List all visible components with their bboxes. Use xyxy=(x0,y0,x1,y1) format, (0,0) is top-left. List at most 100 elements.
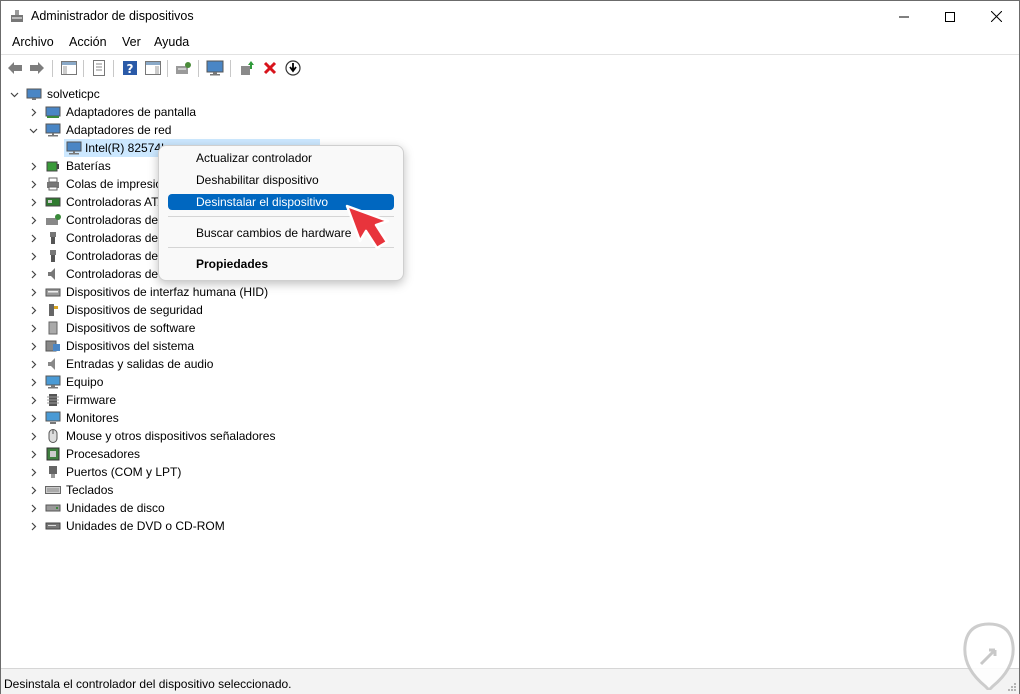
close-button[interactable] xyxy=(973,1,1019,32)
context-disable-device[interactable]: Deshabilitar dispositivo xyxy=(168,172,394,188)
network-adapter-icon xyxy=(45,123,61,137)
status-bar: Desinstala el controlador del dispositiv… xyxy=(1,668,1019,694)
show-hide-console-tree-button[interactable] xyxy=(60,59,78,77)
chevron-right-icon[interactable] xyxy=(27,517,39,535)
tree-item-label: Dispositivos de interfaz humana (HID) xyxy=(66,285,269,299)
chevron-right-icon[interactable] xyxy=(27,193,39,211)
down-arrow-circle-icon xyxy=(285,60,301,76)
svg-text:?: ? xyxy=(127,62,134,76)
keyboard-icon xyxy=(45,486,61,494)
chevron-down-icon[interactable] xyxy=(8,85,20,103)
console-tree-icon xyxy=(61,61,77,75)
tree-item-label: Intel(R) 82574L xyxy=(85,141,168,155)
chevron-right-icon[interactable] xyxy=(27,499,39,517)
disable-device-button[interactable] xyxy=(284,59,302,77)
printer-icon xyxy=(47,177,59,191)
properties-button[interactable] xyxy=(90,59,108,77)
chevron-right-icon[interactable] xyxy=(27,463,39,481)
tree-item-label: Procesadores xyxy=(66,447,141,461)
chevron-right-icon[interactable] xyxy=(27,229,39,247)
computer-icon xyxy=(26,88,42,100)
update-driver-button[interactable] xyxy=(238,59,256,77)
tree-item-label: Mouse y otros dispositivos señaladores xyxy=(66,429,276,443)
back-button[interactable] xyxy=(6,59,24,77)
toolbar-separator xyxy=(167,60,168,77)
chevron-right-icon[interactable] xyxy=(27,265,39,283)
network-adapter-icon xyxy=(66,141,82,155)
toolbar-separator xyxy=(198,60,199,77)
tree-item-label: Controladoras de xyxy=(66,231,159,245)
tree-item-label: Equipo xyxy=(66,375,104,389)
chevron-right-icon[interactable] xyxy=(27,175,39,193)
storage-controller-icon xyxy=(45,197,61,207)
tree-item-label: Dispositivos del sistema xyxy=(66,339,195,353)
chevron-right-icon[interactable] xyxy=(27,337,39,355)
hid-icon xyxy=(45,288,61,297)
menu-accion[interactable]: Acción xyxy=(69,35,107,49)
maximize-button[interactable] xyxy=(927,1,973,32)
chevron-down-icon[interactable] xyxy=(27,121,39,139)
chevron-right-icon[interactable] xyxy=(27,157,39,175)
firmware-icon xyxy=(47,394,59,406)
system-device-icon xyxy=(45,340,60,352)
help-button[interactable]: ? xyxy=(121,59,139,77)
software-device-icon xyxy=(48,321,58,335)
context-update-driver[interactable]: Actualizar controlador xyxy=(168,150,394,166)
chevron-right-icon[interactable] xyxy=(27,319,39,337)
display-adapter-icon xyxy=(45,106,61,118)
title-bar: Administrador de dispositivos xyxy=(1,1,1019,32)
chevron-right-icon[interactable] xyxy=(27,445,39,463)
battery-icon xyxy=(46,161,59,172)
chevron-right-icon[interactable] xyxy=(27,409,39,427)
tree-item-label: Controladoras de xyxy=(66,249,159,263)
uninstall-device-button[interactable] xyxy=(261,59,279,77)
menu-archivo[interactable]: Archivo xyxy=(12,35,54,49)
tree-item-label: Controladoras ATA xyxy=(66,195,166,209)
tree-item-label: Dispositivos de software xyxy=(66,321,196,335)
chevron-right-icon[interactable] xyxy=(27,301,39,319)
tree-item-label: Controladoras de xyxy=(66,267,159,281)
monitor-toolbar-icon xyxy=(206,60,224,76)
chevron-right-icon[interactable] xyxy=(27,247,39,265)
tree-item-label: Unidades de DVD o CD-ROM xyxy=(66,519,225,533)
forward-button[interactable] xyxy=(28,59,46,77)
minimize-button[interactable] xyxy=(881,1,927,32)
chevron-right-icon[interactable] xyxy=(27,283,39,301)
menu-ayuda[interactable]: Ayuda xyxy=(154,35,189,49)
help-icon: ? xyxy=(123,61,137,76)
usb-icon xyxy=(50,250,56,262)
tree-item-label: Firmware xyxy=(66,393,116,407)
chevron-right-icon[interactable] xyxy=(27,355,39,373)
action-pane-button[interactable] xyxy=(144,59,162,77)
scan-hardware-toolbar-button[interactable] xyxy=(175,59,193,77)
pointer-arrow-icon xyxy=(345,204,390,250)
chevron-right-icon[interactable] xyxy=(27,373,39,391)
action-pane-icon xyxy=(145,61,161,75)
tree-item-label: Monitores xyxy=(66,411,119,425)
device-manager-icon xyxy=(11,10,23,22)
toolbar-separator xyxy=(52,60,53,77)
chevron-right-icon[interactable] xyxy=(27,481,39,499)
maximize-icon xyxy=(945,11,955,22)
menu-ver[interactable]: Ver xyxy=(122,35,141,49)
arrow-right-icon xyxy=(30,62,44,74)
tree-item-label: Teclados xyxy=(66,483,114,497)
security-key-icon xyxy=(49,304,58,316)
chevron-right-icon[interactable] xyxy=(27,103,39,121)
chevron-right-icon[interactable] xyxy=(27,211,39,229)
audio-io-icon xyxy=(48,358,55,370)
toolbar: ? xyxy=(1,54,1019,83)
port-icon xyxy=(49,466,57,478)
toolbar-separator xyxy=(83,60,84,77)
context-properties[interactable]: Propiedades xyxy=(168,256,394,272)
tree-item-label: Controladoras de xyxy=(66,213,159,227)
update-driver-icon xyxy=(241,61,254,75)
close-icon xyxy=(990,11,1002,22)
view-devices-button[interactable] xyxy=(206,59,224,77)
tree-root-label: solveticpc xyxy=(47,87,100,101)
chevron-right-icon[interactable] xyxy=(27,427,39,445)
chevron-right-icon[interactable] xyxy=(27,391,39,409)
tree-item-label: Colas de impresión xyxy=(66,177,169,191)
arrow-left-icon xyxy=(8,62,22,74)
watermark-logo xyxy=(963,622,1015,690)
